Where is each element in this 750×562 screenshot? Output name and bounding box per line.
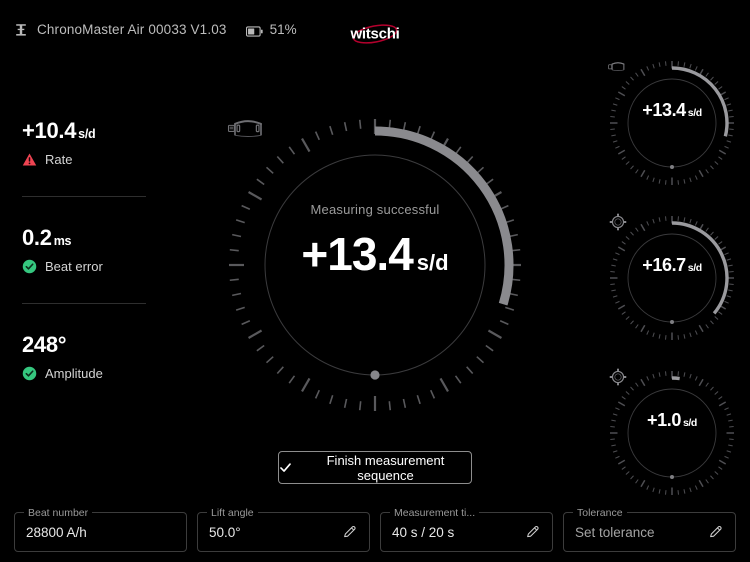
mini-gauge-1-unit: s/d — [687, 106, 702, 119]
main-gauge-unit: s/d — [416, 249, 449, 275]
field-lift-angle-label: Lift angle — [207, 507, 258, 519]
watch-dial-up-icon — [608, 62, 683, 146]
stat-amplitude-number: 248° — [22, 332, 67, 357]
position-gauges-panel: +13.4 s/d +16.7 s/d +1.0 s/d — [602, 58, 742, 523]
field-tolerance-value: Set tolerance — [575, 524, 655, 540]
watch-dial-up-icon — [227, 120, 398, 329]
stat-rate-unit: s/d — [78, 127, 96, 141]
check-circle-icon — [22, 366, 37, 381]
field-tolerance-label: Tolerance — [573, 507, 627, 519]
device-name-label: ChronoMaster Air 00033 V1.03 — [37, 22, 227, 37]
mini-gauge-2-unit: s/d — [687, 261, 702, 274]
stat-amplitude: 248° Amplitude — [22, 334, 147, 382]
mini-gauge-3-number: +1.0 — [647, 409, 681, 430]
field-beat-number-label: Beat number — [24, 507, 93, 519]
stat-amplitude-status: Amplitude — [22, 366, 147, 381]
battery-icon — [245, 24, 263, 37]
pencil-icon[interactable] — [342, 524, 358, 540]
battery-indicator: 51% — [245, 22, 297, 37]
device-tester-icon — [14, 23, 28, 37]
mini-gauge-3[interactable]: +1.0 s/d — [607, 368, 737, 498]
field-beat-number[interactable]: Beat number 28800 A/h — [14, 507, 187, 552]
check-icon — [279, 461, 292, 474]
pencil-icon[interactable] — [525, 524, 541, 540]
parameter-fields-bar: Beat number 28800 A/h Lift angle 50.0° M… — [0, 507, 750, 552]
measurement-stats-panel: +10.4 s/d Rate 0.2 ms Beat error 248° Am… — [22, 120, 147, 381]
stat-beat-error: 0.2 ms Beat error — [22, 227, 147, 275]
check-circle-icon — [22, 259, 37, 274]
mini-gauge-3-unit: s/d — [682, 416, 697, 429]
field-measurement-time-label: Measurement ti... — [390, 507, 480, 519]
main-gauge-readout: Measuring successful +13.4 s/d — [225, 115, 525, 415]
stat-beat-error-number: 0.2 — [22, 225, 52, 250]
stat-beat-error-value: 0.2 ms — [22, 227, 147, 249]
field-measurement-time[interactable]: Measurement ti... 40 s / 20 s — [380, 507, 553, 552]
field-beat-number-value: 28800 A/h — [26, 524, 87, 540]
stat-rate: +10.4 s/d Rate — [22, 120, 147, 168]
stats-divider-2 — [22, 303, 146, 304]
stat-beat-error-unit: ms — [53, 234, 72, 248]
mini-gauge-1-readout: +13.4 s/d — [607, 58, 737, 188]
svg-text:witschi: witschi — [349, 26, 399, 43]
stat-amplitude-value: 248° — [22, 334, 147, 356]
device-info: ChronoMaster Air 00033 V1.03 51% — [14, 22, 297, 37]
top-bar: ChronoMaster Air 00033 V1.03 51% witschi — [0, 0, 750, 62]
mini-gauge-3-value: +1.0 s/d — [647, 411, 697, 429]
field-lift-angle-value: 50.0° — [209, 524, 241, 540]
main-gauge-value: +13.4 s/d — [301, 231, 448, 277]
stats-divider-1 — [22, 196, 146, 197]
pencil-icon[interactable] — [708, 524, 724, 540]
watch-crown-down-icon — [609, 213, 683, 301]
stat-rate-number: +10.4 — [22, 118, 77, 143]
mini-gauge-2-number: +16.7 — [642, 254, 686, 275]
mini-gauge-1[interactable]: +13.4 s/d — [607, 58, 737, 188]
main-rate-gauge: Measuring successful +13.4 s/d — [225, 115, 525, 415]
mini-gauge-1-value: +13.4 s/d — [642, 101, 702, 119]
field-lift-angle[interactable]: Lift angle 50.0° — [197, 507, 370, 552]
mini-gauge-2-value: +16.7 s/d — [642, 256, 702, 274]
main-gauge-number: +13.4 — [301, 227, 413, 280]
field-tolerance[interactable]: Tolerance Set tolerance — [563, 507, 736, 552]
mini-gauge-2-readout: +16.7 s/d — [607, 213, 737, 343]
stat-rate-status: Rate — [22, 152, 147, 167]
app-root: ChronoMaster Air 00033 V1.03 51% witschi — [0, 0, 750, 562]
field-measurement-time-value: 40 s / 20 s — [392, 524, 455, 540]
watch-crown-down-icon — [609, 368, 683, 456]
finish-button-label: Finish measurement sequence — [326, 452, 445, 483]
stat-amplitude-label: Amplitude — [45, 366, 103, 381]
stat-rate-value: +10.4 s/d — [22, 120, 147, 142]
stat-beat-error-status: Beat error — [22, 259, 147, 274]
warning-triangle-icon — [22, 152, 37, 167]
main-gauge-status-text: Measuring successful — [310, 201, 440, 217]
finish-measurement-sequence-button[interactable]: Finish measurement sequence — [278, 451, 472, 484]
mini-gauge-1-number: +13.4 — [642, 99, 686, 120]
stat-beat-error-label: Beat error — [45, 259, 103, 274]
mini-gauge-3-readout: +1.0 s/d — [607, 368, 737, 498]
witschi-logo: witschi — [340, 19, 410, 49]
mini-gauge-2[interactable]: +16.7 s/d — [607, 213, 737, 343]
stat-rate-label: Rate — [45, 152, 73, 167]
battery-level-label: 51% — [269, 22, 297, 37]
